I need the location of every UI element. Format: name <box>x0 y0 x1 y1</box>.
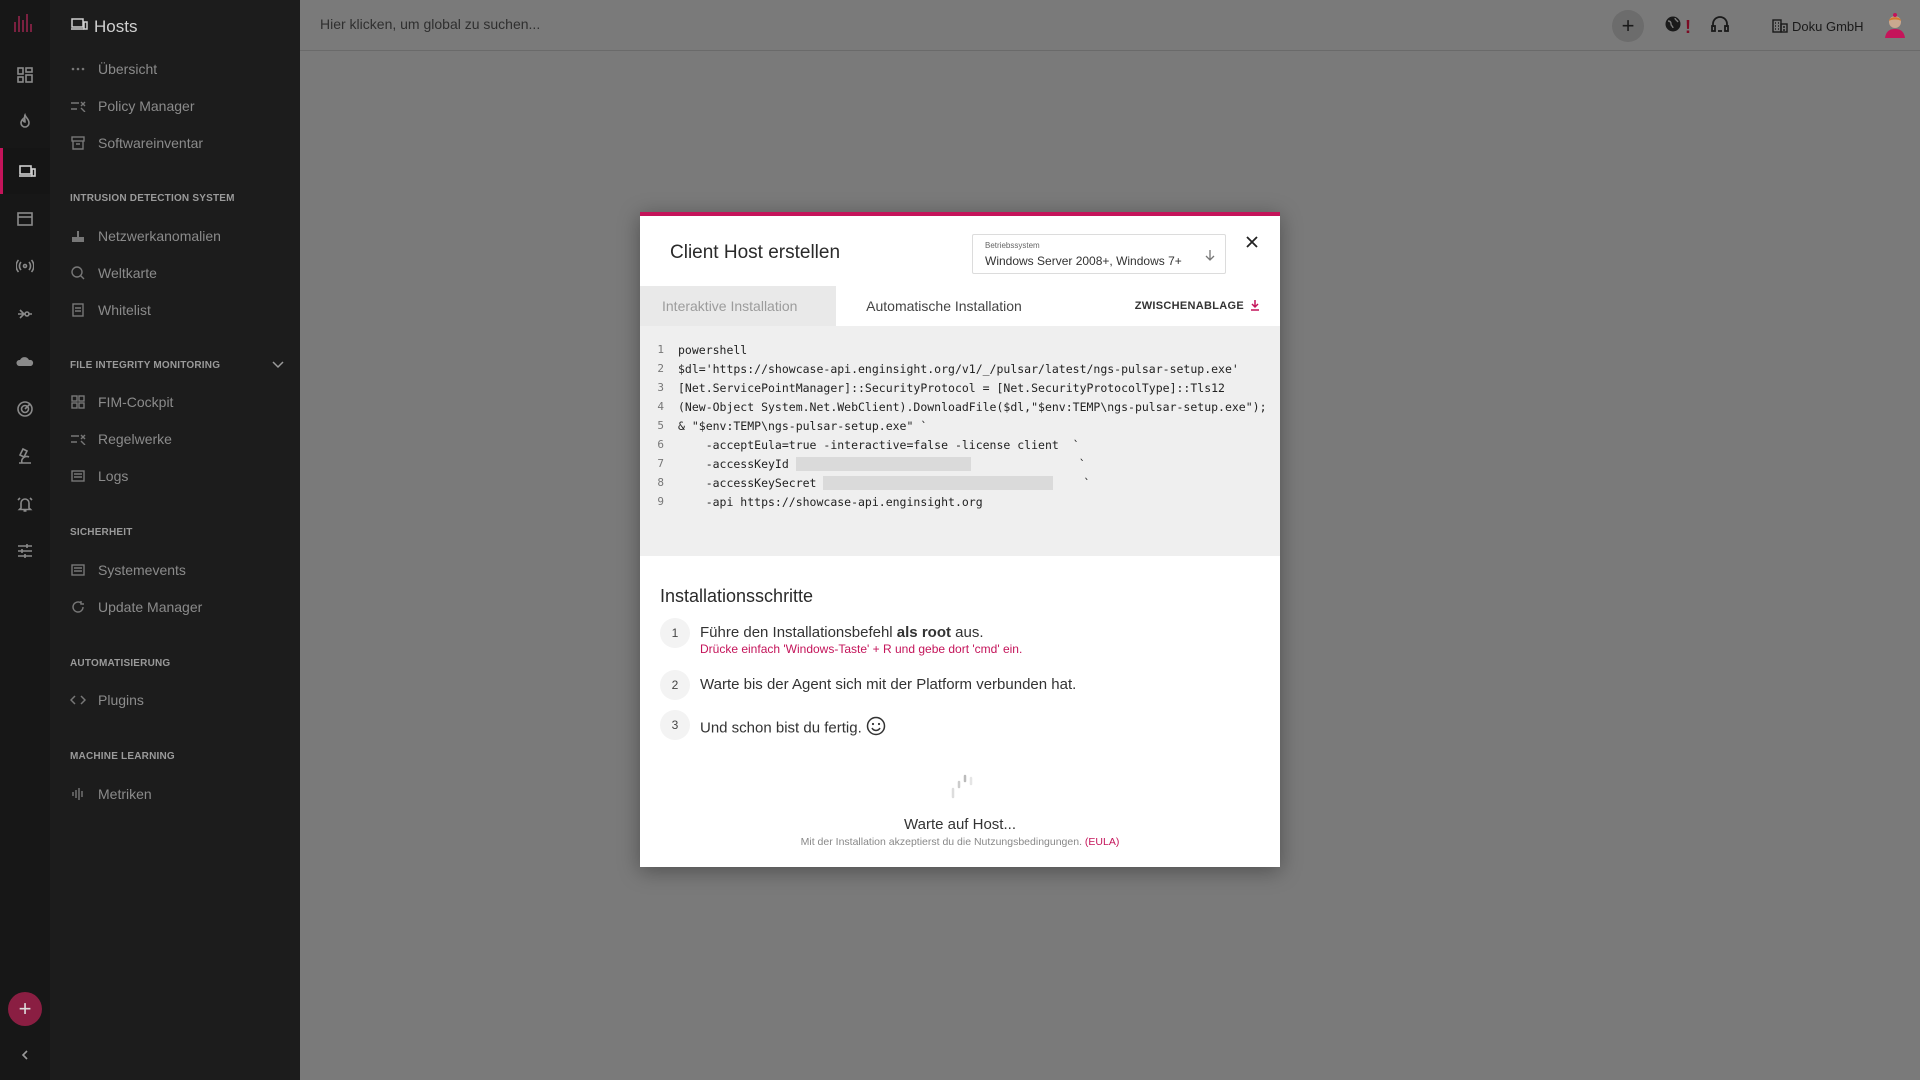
clipboard-label: ZWISCHENABLAGE <box>1134 300 1244 312</box>
code-line: 9 -api https://showcase-api.enginsight.o… <box>657 494 983 509</box>
code-line: 1 powershell <box>657 342 748 357</box>
sidebar-item-fim-cockpit[interactable]: FIM-Cockpit <box>70 392 173 412</box>
checklist-icon <box>70 99 86 113</box>
code-icon <box>70 693 86 707</box>
add-button[interactable]: + <box>8 992 42 1026</box>
sidebar-item-systemevents[interactable]: Systemevents <box>70 560 186 580</box>
code-line: 6 -acceptEula=true -interactive=false -l… <box>657 437 1080 452</box>
install-step-3: 3 Und schon bist du fertig. <box>660 710 886 741</box>
network-anomaly-icon <box>70 229 86 243</box>
loading-spinner-icon <box>944 772 974 807</box>
install-command-code[interactable]: 1 powershell 2 $dl='https://showcase-api.e… <box>640 326 1280 556</box>
sliders-icon[interactable] <box>0 528 50 574</box>
dashboard-icon <box>70 395 86 409</box>
section-machine-learning: MACHINE LEARNING <box>70 751 175 762</box>
avatar[interactable] <box>1882 12 1908 38</box>
icon-rail: + <box>0 0 50 1080</box>
world-search-icon <box>70 266 86 280</box>
globe-alert-button[interactable]: ! <box>1664 15 1691 38</box>
sidebar-item-whitelist[interactable]: Whitelist <box>70 300 151 320</box>
network-icon[interactable] <box>0 291 50 337</box>
alert-mark: ! <box>1685 16 1691 37</box>
tab-automatic-installation[interactable]: Automatische Installation <box>836 286 1052 326</box>
logo-icon[interactable] <box>14 12 38 32</box>
radio-waves-icon[interactable] <box>0 243 50 289</box>
sidebar-item-update-manager[interactable]: Update Manager <box>70 597 202 617</box>
sidebar-item-netzwerkanomalien[interactable]: Netzwerkanomalien <box>70 226 221 246</box>
steps-title: Installationsschritte <box>660 586 814 606</box>
sidebar-item-uebersicht[interactable]: Übersicht <box>70 59 157 79</box>
hosts-icon <box>70 16 88 37</box>
eula-link[interactable]: (EULA) <box>1085 836 1119 848</box>
sidebar: Hosts Übersicht Policy Manager Softwarei… <box>50 0 300 1080</box>
sidebar-title-text: Hosts <box>94 16 138 36</box>
os-select-label: Betriebssystem <box>985 241 1040 250</box>
dots-icon <box>70 62 86 76</box>
list-icon <box>70 303 86 317</box>
arrow-down-icon <box>1205 248 1215 266</box>
sidebar-item-regelwerke[interactable]: Regelwerke <box>70 429 172 449</box>
global-search-input[interactable] <box>320 16 920 32</box>
section-automatisierung: AUTOMATISIERUNG <box>70 658 171 669</box>
download-icon <box>1250 299 1260 314</box>
sidebar-item-softwareinventar[interactable]: Softwareinventar <box>70 133 203 153</box>
smiley-icon <box>866 716 886 741</box>
radar-icon[interactable] <box>0 386 50 432</box>
create-client-host-dialog: Client Host erstellen Betriebssystem Win… <box>640 212 1280 867</box>
chevron-down-icon[interactable] <box>272 356 284 374</box>
sidebar-item-policy-manager[interactable]: Policy Manager <box>70 96 195 116</box>
checklist-icon <box>70 432 86 446</box>
sidebar-item-logs[interactable]: Logs <box>70 466 128 486</box>
code-line: 7 -accessKeyId ` <box>657 456 1086 471</box>
code-line: 5 & "$env:TEMP\ngs-pulsar-setup.exe" ` <box>657 418 928 433</box>
support-headset-icon[interactable] <box>1710 15 1730 40</box>
microscope-icon[interactable] <box>0 433 50 479</box>
fire-icon[interactable] <box>0 99 50 145</box>
redacted-key <box>795 456 971 471</box>
close-icon[interactable] <box>1242 232 1262 252</box>
copy-to-clipboard-button[interactable]: ZWISCHENABLAGE <box>1052 286 1280 326</box>
tab-interactive-installation[interactable]: Interaktive Installation <box>640 286 836 326</box>
chevron-left-icon[interactable] <box>14 1044 36 1066</box>
install-step-2: 2 Warte bis der Agent sich mit der Platf… <box>660 670 1076 700</box>
section-ids: INTRUSION DETECTION SYSTEM <box>70 193 235 204</box>
section-sicherheit: SICHERHEIT <box>70 527 133 538</box>
building-icon <box>1772 17 1788 36</box>
code-line: 2 $dl='https://showcase-api.enginsight.or… <box>657 361 1239 376</box>
code-line: 3 [Net.ServicePointManager]::SecurityProt… <box>657 380 1225 395</box>
inventory-icon <box>70 136 86 150</box>
dashboard-icon[interactable] <box>0 52 50 98</box>
alarm-bell-icon[interactable] <box>0 481 50 527</box>
code-line: 8 -accessKeySecret ` <box>657 475 1091 490</box>
install-step-1: 1 Führe den Installationsbefehl als root… <box>660 618 1022 656</box>
globe-icon <box>1664 15 1682 38</box>
redacted-secret <box>823 475 1054 490</box>
add-icon[interactable]: + <box>1612 10 1644 42</box>
log-icon <box>70 469 86 483</box>
sidebar-item-metriken[interactable]: Metriken <box>70 784 152 804</box>
events-icon <box>70 563 86 577</box>
hosts-icon[interactable] <box>0 148 50 194</box>
install-tabs: Interaktive Installation Automatische In… <box>640 286 1280 326</box>
dialog-title: Client Host erstellen <box>670 242 841 263</box>
section-fim: FILE INTEGRITY MONITORING <box>70 360 221 371</box>
sidebar-item-weltkarte[interactable]: Weltkarte <box>70 263 157 283</box>
eula-notice: Mit der Installation akzeptierst du die … <box>800 836 1120 848</box>
os-select[interactable]: Betriebssystem Windows Server 2008+, Win… <box>972 234 1226 274</box>
refresh-icon <box>70 600 86 614</box>
step-hint: Drücke einfach 'Windows-Taste' + R und g… <box>700 642 1023 656</box>
cloud-icon[interactable] <box>0 339 50 385</box>
sidebar-title: Hosts <box>70 16 137 37</box>
window-icon[interactable] <box>0 196 50 242</box>
top-bar: + ! Doku GmbH <box>300 0 1920 51</box>
waiting-for-host: Warte auf Host... <box>904 816 1016 833</box>
waveform-icon <box>70 787 86 801</box>
os-select-value: Windows Server 2008+, Windows 7+ <box>985 254 1182 268</box>
organization-switcher[interactable]: Doku GmbH <box>1772 17 1864 36</box>
code-line: 4 (New-Object System.Net.WebClient).Downl… <box>657 399 1267 414</box>
sidebar-item-plugins[interactable]: Plugins <box>70 690 144 710</box>
